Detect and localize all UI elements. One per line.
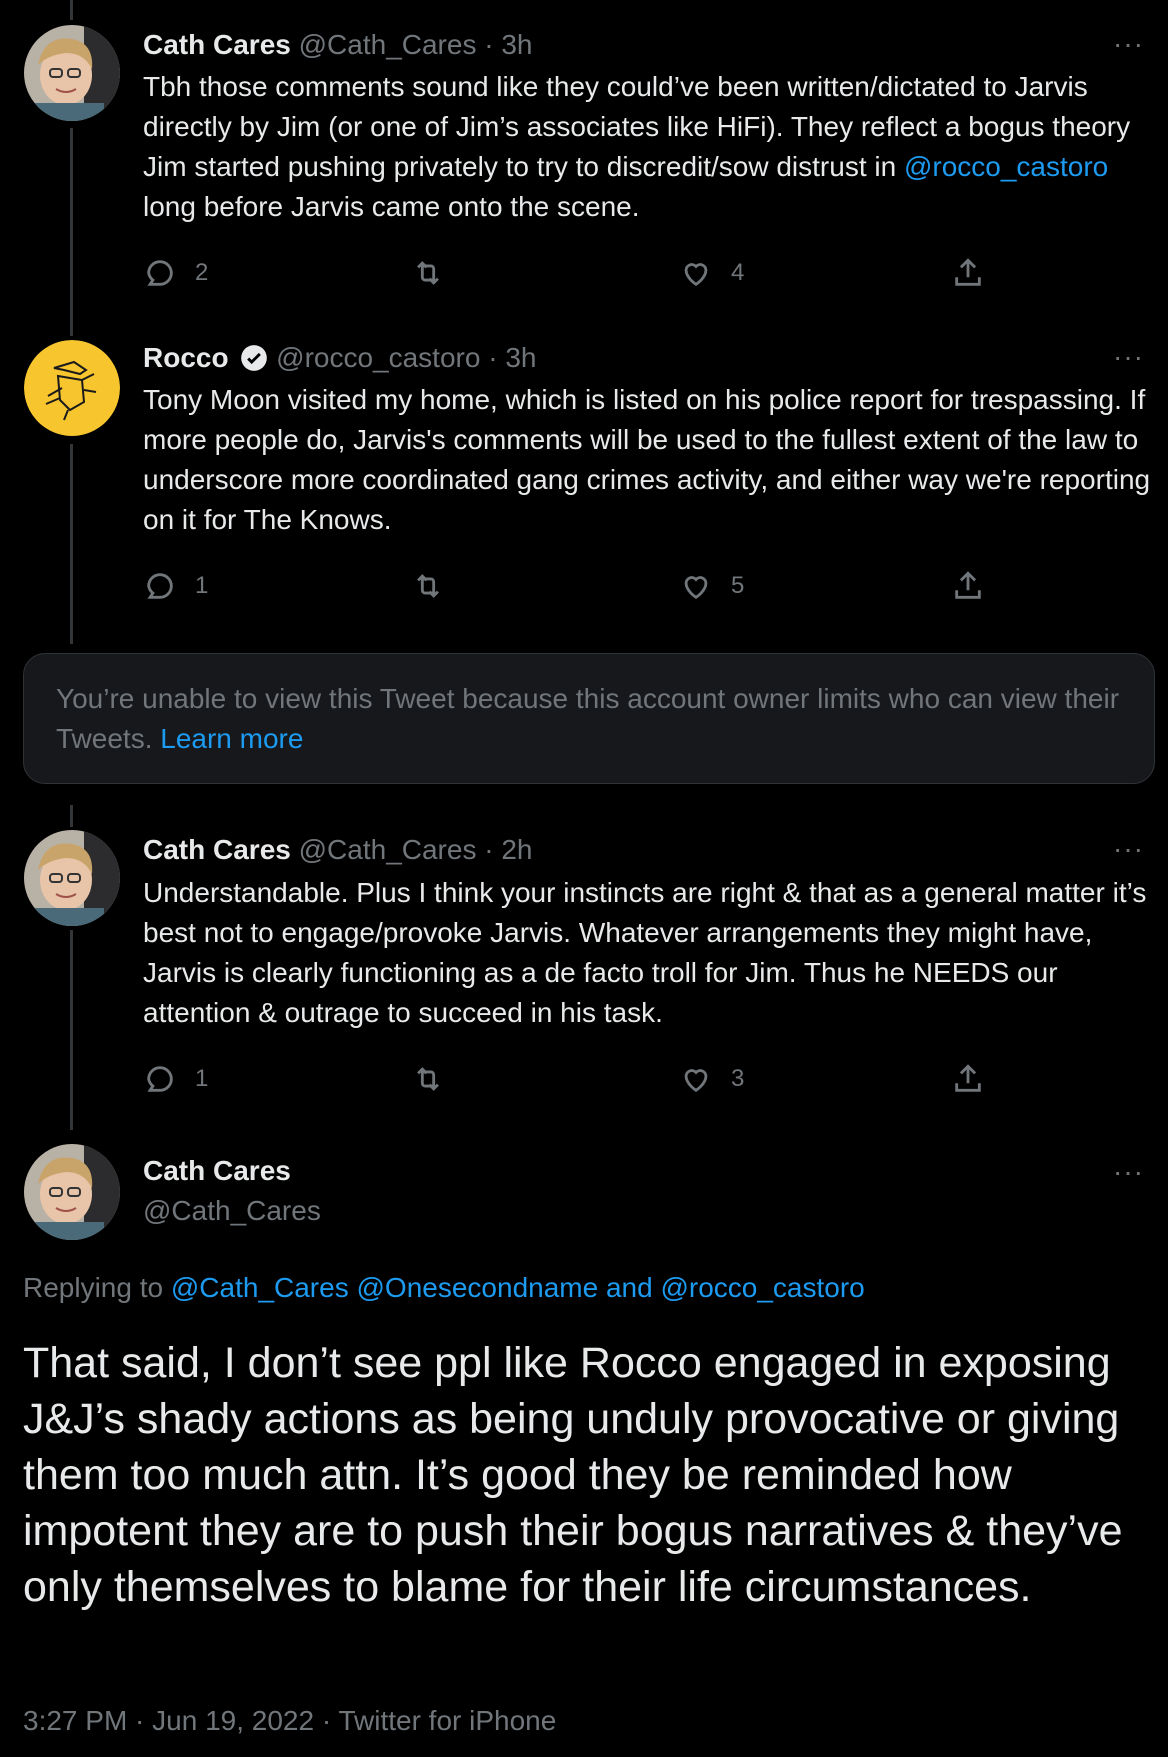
more-icon[interactable]: ··· [1113,1158,1144,1186]
display-name[interactable]: Cath Cares [143,834,291,865]
like-count: 3 [731,1065,745,1092]
more-icon[interactable]: ··· [1113,343,1144,371]
tweet-meta[interactable]: 3:27 PM · Jun 19, 2022 · Twitter for iPh… [23,1705,556,1737]
more-icon[interactable]: ··· [1113,30,1144,58]
main-display-name[interactable]: Cath Cares [143,1151,291,1191]
tweet-text: Tbh those comments sound like they could… [143,67,1153,227]
rocco-avatar-image [24,340,120,436]
verified-badge-icon [241,345,268,371]
tweet-actions: 2 4 [143,253,1003,293]
more-icon[interactable]: ··· [1113,835,1144,863]
cath-avatar-image [24,830,120,926]
like-count: 5 [731,572,745,599]
retweet-icon [417,574,439,598]
tweet-text-part: long before Jarvis came onto the scene. [143,191,640,222]
share-icon [955,258,981,286]
reply-icon [147,260,173,286]
replying-to: Replying to @Cath_Cares @Onesecondname a… [23,1272,865,1304]
user-handle[interactable]: @Cath_Cares [299,834,477,865]
share-icon [955,1064,981,1092]
replying-mention[interactable]: @Onesecondname [357,1272,599,1303]
like-button[interactable]: 4 [679,253,744,293]
retweet-button[interactable] [411,566,463,606]
retweet-button[interactable] [411,1059,463,1099]
like-button[interactable]: 3 [679,1059,744,1099]
tweet-text: Tony Moon visited my home, which is list… [143,384,1151,535]
timestamp[interactable]: 3h [501,29,532,60]
share-button[interactable] [951,1059,985,1099]
tweet-text: Understandable. Plus I think your instin… [143,877,1147,1028]
timestamp[interactable]: 3h [505,342,536,373]
separator: · [488,342,498,373]
tweet-header: Cath Cares @Cath_Cares · 3h [143,27,533,63]
avatar[interactable] [24,1144,120,1240]
avatar[interactable] [24,340,120,436]
thread-line [70,0,73,20]
replying-and: and [605,1272,653,1303]
reply-button[interactable]: 1 [143,1059,208,1099]
share-icon [955,571,981,599]
like-icon [684,576,708,600]
retweet-button[interactable] [411,253,463,293]
learn-more-link[interactable]: Learn more [160,723,303,754]
avatar[interactable] [24,830,120,926]
reply-icon [147,573,173,599]
thread-line [70,444,73,644]
cath-avatar-image [24,25,120,121]
tweet-actions: 1 5 [143,566,1003,606]
like-icon [684,1069,708,1093]
like-count: 4 [731,259,745,286]
retweet-icon [417,1067,439,1091]
share-button[interactable] [951,253,985,293]
main-tweet-text: That said, I don’t see ppl like Rocco en… [23,1339,1123,1611]
mention-link[interactable]: @rocco_castoro [904,151,1108,182]
reply-count: 1 [195,1065,209,1092]
reply-button[interactable]: 2 [143,253,208,293]
like-button[interactable]: 5 [679,566,744,606]
tweet-header: Rocco @rocco_castoro · 3h [143,340,536,376]
thread-line [70,930,73,1130]
display-name[interactable]: Cath Cares [143,1155,291,1186]
tweet-actions: 1 3 [143,1059,1003,1099]
replying-prefix: Replying to [23,1272,164,1303]
thread-line [70,805,73,827]
thread-line [70,128,73,336]
display-name[interactable]: Cath Cares [143,29,291,60]
replying-mention[interactable]: @rocco_castoro [660,1272,864,1303]
display-name[interactable]: Rocco [143,342,229,373]
user-handle[interactable]: @Cath_Cares [299,29,477,60]
separator: · [484,834,494,865]
tweet-header: Cath Cares @Cath_Cares · 2h [143,832,533,868]
retweet-icon [417,261,439,285]
reply-count: 2 [195,259,209,286]
reply-icon [147,1066,173,1092]
share-button[interactable] [951,566,985,606]
avatar[interactable] [24,25,120,121]
timestamp[interactable]: 2h [501,834,532,865]
like-icon [684,263,708,287]
user-handle[interactable]: @rocco_castoro [276,342,480,373]
separator: · [484,29,494,60]
cath-avatar-image [24,1144,120,1240]
main-user-handle[interactable]: @Cath_Cares [143,1191,321,1231]
reply-count: 1 [195,572,209,599]
unavailable-tweet-notice: You’re unable to view this Tweet because… [23,653,1155,784]
reply-button[interactable]: 1 [143,566,208,606]
replying-mention[interactable]: @Cath_Cares [171,1272,349,1303]
